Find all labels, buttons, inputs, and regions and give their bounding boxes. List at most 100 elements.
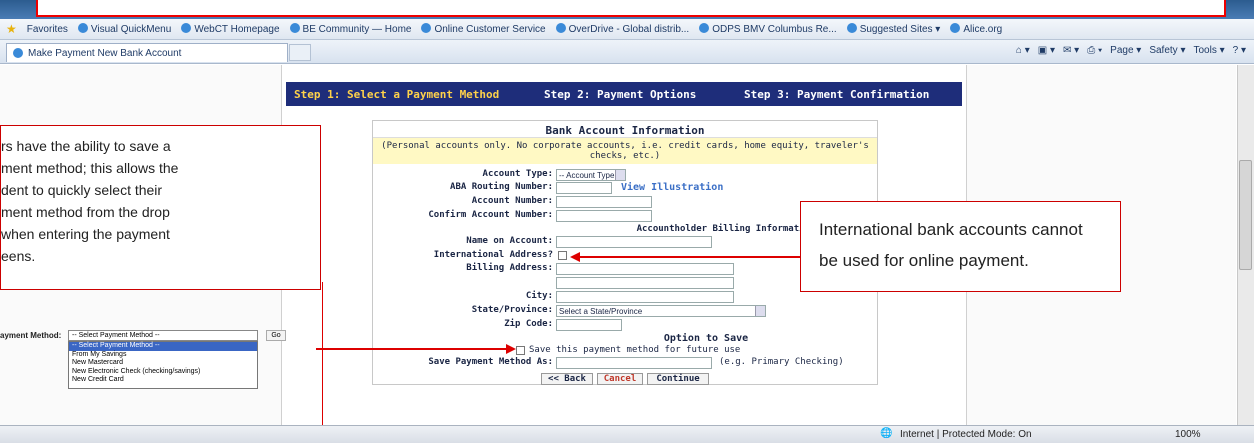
- save-method-checkbox[interactable]: [516, 346, 525, 355]
- state-label: State/Province:: [471, 305, 553, 315]
- intl-label: International Address?: [433, 250, 553, 260]
- zip-input[interactable]: [556, 319, 622, 331]
- aba-row: ABA Routing Number: View Illustration: [373, 182, 879, 195]
- step-3-label: Step 3: Payment Confirmation: [744, 87, 930, 101]
- dropdown-option[interactable]: -- Select Payment Method --: [69, 342, 257, 351]
- account-type-row: Account Type: -- Account Type --: [373, 169, 879, 182]
- chevron-down-icon: [755, 306, 765, 316]
- international-callout: International bank accounts cannot be us…: [800, 201, 1121, 292]
- top-callout-box: [36, 0, 1226, 17]
- save-as-row: Save Payment Method As: (e.g. Primary Ch…: [373, 357, 879, 370]
- print-icon[interactable]: ⎙ ▾: [1087, 45, 1102, 56]
- account-number-input[interactable]: [556, 196, 652, 208]
- international-checkbox[interactable]: [558, 251, 567, 260]
- callout-line: eens.: [1, 248, 36, 264]
- callout-line: ment method from the drop: [1, 204, 170, 220]
- favorite-link[interactable]: WebCT Homepage: [181, 23, 280, 35]
- new-tab-button[interactable]: [289, 44, 311, 61]
- favorite-link[interactable]: BE Community — Home: [289, 23, 411, 35]
- tab-title: Make Payment New Bank Account: [28, 47, 182, 59]
- callout-line: dent to quickly select their: [1, 182, 163, 198]
- favorite-link[interactable]: ODPS BMV Columbus Re...: [699, 23, 837, 35]
- page-menu[interactable]: Page ▾: [1110, 45, 1141, 56]
- tools-menu[interactable]: Tools ▾: [1193, 45, 1224, 56]
- view-illustration-link[interactable]: View Illustration: [621, 182, 723, 193]
- account-type-label: Account Type:: [482, 169, 553, 179]
- browser-tab[interactable]: Make Payment New Bank Account: [6, 43, 288, 62]
- chevron-down-icon: [615, 170, 625, 180]
- save-checkbox-label: Save this payment method for future use: [529, 345, 741, 355]
- cancel-button[interactable]: Cancel: [597, 373, 643, 385]
- favorite-link[interactable]: Alice.org: [950, 23, 1002, 35]
- confirm-account-label: Confirm Account Number:: [428, 210, 553, 220]
- callout-arrow-to-save-checkbox: [316, 348, 508, 350]
- callout-line: ment method; this allows the: [1, 160, 179, 176]
- mail-icon[interactable]: ✉ ▾: [1063, 45, 1079, 56]
- callout-connector-vertical: [322, 282, 323, 437]
- callout-line-2: be used for online payment.: [819, 251, 1029, 270]
- scrollbar-thumb[interactable]: [1239, 160, 1252, 270]
- dropdown-option[interactable]: From My Savings: [69, 351, 257, 360]
- account-type-select[interactable]: -- Account Type --: [556, 169, 626, 181]
- help-icon[interactable]: ? ▾: [1233, 45, 1246, 56]
- billing-label: Billing Address:: [466, 263, 553, 273]
- favorites-star-icon: ★: [6, 22, 17, 36]
- safety-menu[interactable]: Safety ▾: [1149, 45, 1185, 56]
- ie-page-icon: [13, 48, 23, 58]
- aba-routing-input[interactable]: [556, 182, 612, 194]
- state-select[interactable]: Select a State/Province: [556, 305, 766, 317]
- favorite-link[interactable]: Online Customer Service: [421, 23, 546, 35]
- step-1-label: Step 1: Select a Payment Method: [294, 87, 500, 101]
- status-bar: 🌐 Internet | Protected Mode: On 100%: [0, 425, 1254, 443]
- personal-accounts-note: (Personal accounts only. No corporate ac…: [373, 138, 877, 164]
- step-2-label: Step 2: Payment Options: [544, 87, 697, 101]
- dropdown-option[interactable]: New Credit Card: [69, 376, 257, 385]
- zoom-level[interactable]: 100%: [1175, 429, 1201, 440]
- favorite-link[interactable]: Suggested Sites ▾: [846, 23, 940, 35]
- favorite-link[interactable]: OverDrive - Global distrib...: [555, 23, 689, 35]
- continue-button[interactable]: Continue: [647, 373, 709, 385]
- payment-method-label: ayment Method:: [0, 331, 62, 340]
- home-icon[interactable]: ⌂ ▾: [1016, 45, 1030, 56]
- form-title: Bank Account Information: [373, 121, 877, 138]
- billing-address-line2-input[interactable]: [556, 277, 734, 289]
- save-as-label: Save Payment Method As:: [428, 357, 553, 367]
- security-zone[interactable]: Internet | Protected Mode: On: [900, 429, 1032, 440]
- favorites-bar: ★ Favorites Visual QuickMenu WebCT Homep…: [0, 19, 1254, 40]
- payment-method-select[interactable]: -- Select Payment Method --: [68, 330, 258, 341]
- dropdown-option[interactable]: New Electronic Check (checking/savings): [69, 368, 257, 377]
- billing-address-input[interactable]: [556, 263, 734, 275]
- confirm-account-input[interactable]: [556, 210, 652, 222]
- callout-line: when entering the payment: [1, 226, 170, 242]
- ie-page-icon: [181, 23, 192, 33]
- name-label: Name on Account:: [466, 236, 553, 246]
- ie-page-icon: [421, 23, 432, 33]
- callout-line-1: International bank accounts cannot: [819, 220, 1083, 239]
- zip-label: Zip Code:: [504, 319, 553, 329]
- step-progress-bar: Step 1: Select a Payment Method Step 2: …: [286, 82, 962, 106]
- payment-method-dropdown-list: -- Select Payment Method -- From My Savi…: [68, 341, 258, 389]
- ie-page-icon: [846, 23, 857, 33]
- favorites-button[interactable]: Favorites: [27, 24, 68, 35]
- save-as-input[interactable]: [556, 357, 712, 369]
- favorite-link[interactable]: Visual QuickMenu: [77, 23, 171, 35]
- callout-line: rs have the ability to save a: [1, 138, 171, 154]
- city-input[interactable]: [556, 291, 734, 303]
- name-on-account-input[interactable]: [556, 236, 712, 248]
- ie-page-icon: [555, 23, 566, 33]
- command-tools: ⌂ ▾ ▣ ▾ ✉ ▾ ⎙ ▾ Page ▾ Safety ▾ Tools ▾ …: [1016, 45, 1246, 56]
- city-label: City:: [525, 291, 553, 301]
- aba-label: ABA Routing Number:: [450, 182, 553, 192]
- feeds-icon[interactable]: ▣ ▾: [1038, 45, 1055, 56]
- back-button[interactable]: << Back: [541, 373, 593, 385]
- arrowhead-icon: [506, 344, 516, 354]
- dropdown-option[interactable]: New Mastercard: [69, 359, 257, 368]
- save-method-callout: rs have the ability to save a ment metho…: [0, 125, 321, 290]
- command-bar: Make Payment New Bank Account ⌂ ▾ ▣ ▾ ✉ …: [0, 40, 1254, 64]
- ie-page-icon: [699, 23, 710, 33]
- state-row: State/Province: Select a State/Province: [373, 305, 879, 318]
- arrowhead-icon: [570, 252, 580, 262]
- globe-icon: 🌐: [880, 428, 893, 439]
- go-button[interactable]: Go: [266, 330, 286, 341]
- account-number-label: Account Number:: [471, 196, 553, 206]
